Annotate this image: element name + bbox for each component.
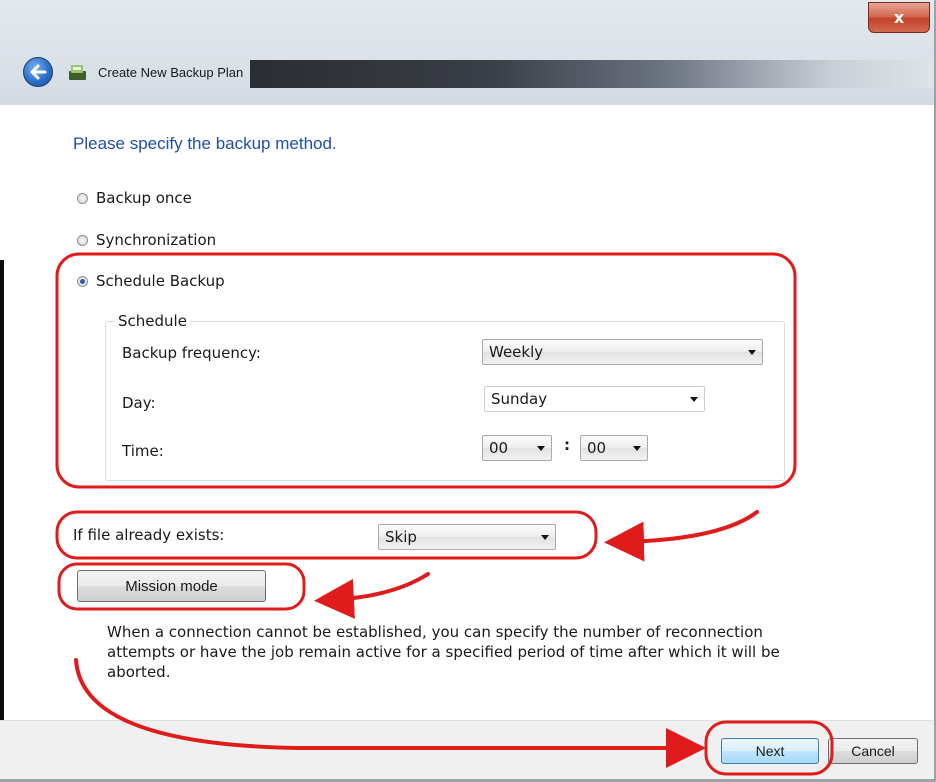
file-exists-value: Skip xyxy=(385,528,417,546)
chevron-down-icon xyxy=(537,446,545,451)
chevron-down-icon xyxy=(633,446,641,451)
chevron-down-icon xyxy=(541,535,549,540)
time-label: Time: xyxy=(122,442,164,460)
radio-button-selected[interactable] xyxy=(77,275,88,287)
back-arrow-icon xyxy=(30,64,47,80)
radio-backup-once[interactable]: Backup once xyxy=(77,189,192,207)
chevron-down-icon xyxy=(748,350,756,355)
hour-select[interactable]: 00 xyxy=(482,435,552,461)
chevron-down-icon xyxy=(690,397,698,402)
backup-plan-wizard-window: x Create New Backup Plan Please specify … xyxy=(0,0,936,782)
title-bar: x Create New Backup Plan xyxy=(0,0,936,105)
back-button[interactable] xyxy=(23,57,53,87)
title-bar-band xyxy=(250,60,936,88)
day-label: Day: xyxy=(122,394,156,412)
close-button[interactable]: x xyxy=(868,2,930,33)
radio-schedule-backup[interactable]: Schedule Backup xyxy=(77,272,225,290)
time-separator: : xyxy=(564,436,570,454)
window-title: Create New Backup Plan xyxy=(98,65,244,80)
cancel-button[interactable]: Cancel xyxy=(828,738,918,764)
backup-frequency-label: Backup frequency: xyxy=(122,344,261,362)
file-exists-select[interactable]: Skip xyxy=(378,524,556,550)
window-left-edge xyxy=(0,260,4,780)
day-value: Sunday xyxy=(491,390,548,408)
mission-mode-button[interactable]: Mission mode xyxy=(77,570,266,602)
radio-label: Schedule Backup xyxy=(96,272,225,290)
close-icon: x xyxy=(893,8,905,27)
radio-label: Backup once xyxy=(96,189,192,207)
day-select[interactable]: Sunday xyxy=(484,386,705,412)
minute-select[interactable]: 00 xyxy=(580,435,648,461)
next-button[interactable]: Next xyxy=(721,738,819,764)
radio-button[interactable] xyxy=(77,234,88,246)
radio-synchronization[interactable]: Synchronization xyxy=(77,231,216,249)
arrow-to-mission-mode xyxy=(314,572,430,619)
backup-frequency-select[interactable]: Weekly xyxy=(482,339,763,365)
hour-value: 00 xyxy=(489,439,509,457)
backup-app-icon xyxy=(68,63,88,81)
radio-button[interactable] xyxy=(77,192,88,204)
minute-value: 00 xyxy=(587,439,607,457)
file-exists-label: If file already exists: xyxy=(73,526,225,544)
arrow-to-file-exists xyxy=(604,510,759,562)
mission-mode-description: When a connection cannot be established,… xyxy=(107,623,780,681)
page-heading: Please specify the backup method. xyxy=(73,134,337,153)
radio-label: Synchronization xyxy=(96,231,217,249)
backup-frequency-value: Weekly xyxy=(489,343,544,361)
schedule-group-legend: Schedule xyxy=(115,312,190,330)
